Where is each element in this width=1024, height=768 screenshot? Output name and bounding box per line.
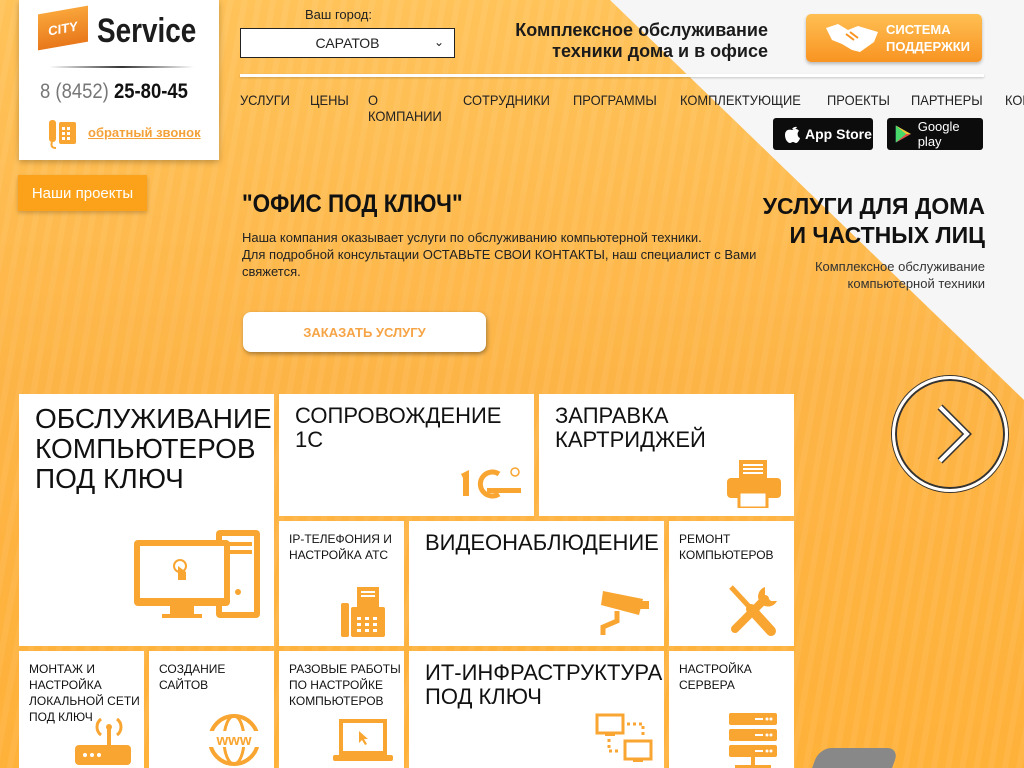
home-services-subtitle: Комплексное обслуживание компьютерной те… <box>815 258 985 292</box>
tile-title: IP-ТЕЛЕФОНИЯ И НАСТРОЙКА АТС <box>289 532 392 562</box>
tile-1c-support[interactable]: СОПРОВОЖДЕНИЕ 1С <box>279 394 534 516</box>
network-computers-icon <box>595 713 653 762</box>
nav-services[interactable]: УСЛУГИ <box>240 92 290 124</box>
laptop-cursor-icon <box>333 719 393 761</box>
tile-cartridge-refill[interactable]: ЗАПРАВКА КАРТРИДЖЕЙ <box>539 394 794 516</box>
nav-prices[interactable]: ЦЕНЫ <box>310 92 349 124</box>
support-line1: СИСТЕМА <box>886 22 951 37</box>
handshake-icon <box>826 24 878 52</box>
our-projects-button[interactable]: Наши проекты <box>18 175 147 211</box>
tagline-line1: Комплексное обслуживание <box>515 20 768 40</box>
logo-divider <box>49 66 194 68</box>
app-store-button[interactable]: App Store <box>773 118 873 150</box>
callback-link[interactable]: обратный звонок <box>88 125 201 140</box>
logo-name[interactable]: Service <box>97 12 196 51</box>
tile-ip-telephony[interactable]: IP-ТЕЛЕФОНИЯ И НАСТРОЙКА АТС <box>279 521 404 646</box>
apple-icon <box>785 126 800 143</box>
tile-it-infrastructure[interactable]: ИТ-ИНФРАСТРУКТУРА ПОД КЛЮЧ <box>409 651 664 768</box>
home-sub-line2: компьютерной техники <box>847 276 985 291</box>
1c-logo-icon <box>461 467 521 499</box>
chevron-down-icon: ⌄ <box>433 35 444 49</box>
globe-www-icon: www <box>207 714 261 766</box>
tile-title: НАСТРОЙКА СЕРВЕРА <box>679 662 752 692</box>
google-play-label: Google play <box>917 119 960 149</box>
hero-line2: Для подробной консультации ОСТАВЬТЕ СВОИ… <box>242 247 757 279</box>
city-label: Ваш город: <box>305 7 372 22</box>
server-rack-icon <box>729 713 777 768</box>
decorative-laptop-edge <box>810 748 900 768</box>
phone-icon <box>49 120 76 149</box>
tile-title: РАЗОВЫЕ РАБОТЫ ПО НАСТРОЙКЕ КОМПЬЮТЕРОВ <box>289 662 401 708</box>
phone-digits: 25-80-45 <box>113 80 188 103</box>
tile-website-creation[interactable]: СОЗДАНИЕ САЙТОВ www <box>149 651 274 768</box>
order-service-button[interactable]: ЗАКАЗАТЬ УСЛУГУ <box>243 312 486 352</box>
security-camera-icon <box>600 591 649 635</box>
app-store-label: App Store <box>805 126 872 142</box>
logo-block: CITY Service 8 (8452) 25-80-45 обратный … <box>19 0 219 160</box>
logo-badge[interactable]: CITY <box>38 5 88 51</box>
tile-server-setup[interactable]: НАСТРОЙКА СЕРВЕРА <box>669 651 794 768</box>
chevron-right-icon <box>937 404 972 464</box>
router-icon <box>75 717 131 765</box>
google-play-button[interactable]: Google play <box>887 118 983 150</box>
nav-about[interactable]: О КОМПАНИИ <box>368 92 442 124</box>
home-title-line2: И ЧАСТНЫХ ЛИЦ <box>789 222 985 248</box>
next-slide-button[interactable] <box>892 376 1008 492</box>
hero-line1: Наша компания оказывает услуги по обслуж… <box>242 230 702 245</box>
tile-title: ИТ-ИНФРАСТРУКТУРА ПОД КЛЮЧ <box>425 660 663 709</box>
fax-phone-icon <box>341 587 385 637</box>
hero-description: Наша компания оказывает услуги по обслуж… <box>242 229 762 280</box>
home-sub-line1: Комплексное обслуживание <box>814 259 985 274</box>
tile-title: РЕМОНТ КОМПЬЮТЕРОВ <box>679 532 774 562</box>
support-line2: ПОДДЕРЖКИ <box>886 39 971 54</box>
tile-lan-setup[interactable]: МОНТАЖ И НАСТРОЙКА ЛОКАЛЬНОЙ СЕТИ ПОД КЛ… <box>19 651 144 768</box>
tile-title: ЗАПРАВКА КАРТРИДЖЕЙ <box>555 403 706 452</box>
phone-number: 8 (8452) 25-80-45 <box>40 80 188 104</box>
hero-title: "ОФИС ПОД КЛЮЧ" <box>242 190 463 218</box>
tile-title: ОБСЛУЖИВАНИЕ КОМПЬЮТЕРОВ ПОД КЛЮЧ <box>35 403 272 494</box>
tile-title: СОПРОВОЖДЕНИЕ 1С <box>295 403 502 452</box>
support-system-button[interactable]: СИСТЕМА ПОДДЕРЖКИ <box>806 14 982 62</box>
home-services-title: УСЛУГИ ДЛЯ ДОМА И ЧАСТНЫХ ЛИЦ <box>763 192 985 250</box>
tile-title: СОЗДАНИЕ САЙТОВ <box>159 662 226 692</box>
desktop-computer-icon <box>134 530 260 618</box>
tile-computer-service[interactable]: ОБСЛУЖИВАНИЕ КОМПЬЮТЕРОВ ПОД КЛЮЧ <box>19 394 274 646</box>
tile-computer-repair[interactable]: РЕМОНТ КОМПЬЮТЕРОВ <box>669 521 794 646</box>
printer-icon <box>727 460 781 508</box>
tools-icon <box>729 585 777 636</box>
svg-text:www: www <box>215 732 251 749</box>
header-divider <box>240 74 984 77</box>
tagline: Комплексное обслуживание техники дома и … <box>515 20 768 62</box>
city-selected-value: САРАТОВ <box>315 35 380 51</box>
city-select[interactable]: САРАТОВ ⌄ <box>240 28 455 58</box>
tile-title: ВИДЕОНАБЛЮДЕНИЕ <box>425 530 659 555</box>
google-play-icon <box>895 125 911 143</box>
tile-one-off-setup[interactable]: РАЗОВЫЕ РАБОТЫ ПО НАСТРОЙКЕ КОМПЬЮТЕРОВ <box>279 651 404 768</box>
home-title-line1: УСЛУГИ ДЛЯ ДОМА <box>762 193 985 219</box>
phone-prefix: 8 (8452) <box>40 80 109 103</box>
tagline-line2: техники дома и в офисе <box>552 41 768 61</box>
nav-staff[interactable]: СОТРУДНИКИ <box>463 92 550 124</box>
nav-programs[interactable]: ПРОГРАММЫ <box>573 92 657 124</box>
tile-video-surveillance[interactable]: ВИДЕОНАБЛЮДЕНИЕ <box>409 521 664 646</box>
nav-contacts[interactable]: КОНТАКТЫ <box>1005 92 1024 124</box>
